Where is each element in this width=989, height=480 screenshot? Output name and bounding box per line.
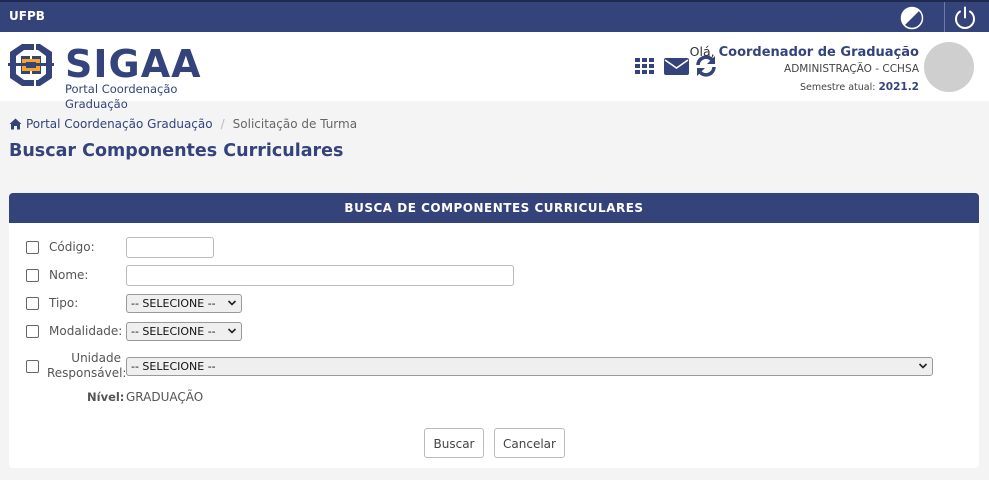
topbar-divider: [944, 2, 945, 34]
avatar[interactable]: [924, 42, 974, 92]
nome-label: Nome:: [49, 268, 89, 282]
logo-title: SIGAA: [65, 42, 202, 86]
breadcrumb-home-link[interactable]: Portal Coordenação Graduação: [26, 117, 213, 131]
grid-menu-icon[interactable]: [634, 54, 658, 78]
unidade-select[interactable]: -- SELECIONE --: [126, 357, 933, 376]
search-button[interactable]: Buscar: [424, 428, 484, 458]
row-tipo: Tipo: -- SELECIONE --: [9, 293, 979, 315]
chevron-down-icon: [227, 300, 237, 306]
sigaa-logo-icon[interactable]: [8, 40, 54, 90]
breadcrumb-divider: /: [220, 117, 225, 131]
codigo-label: Código:: [49, 240, 95, 254]
row-codigo: Código:: [9, 237, 979, 259]
unidade-checkbox[interactable]: [26, 360, 39, 373]
codigo-checkbox[interactable]: [26, 241, 39, 254]
cancel-button[interactable]: Cancelar: [494, 428, 565, 458]
nome-checkbox[interactable]: [26, 269, 39, 282]
header: SIGAA Portal Coordenação Graduação Olá, …: [0, 32, 989, 111]
modalidade-select[interactable]: -- SELECIONE --: [126, 322, 242, 341]
tipo-select[interactable]: -- SELECIONE --: [126, 294, 242, 313]
user-department: ADMINISTRAÇÃO - CCHSA: [784, 63, 919, 75]
tipo-label: Tipo:: [49, 296, 79, 310]
top-bar: UFPB: [0, 0, 989, 34]
codigo-input[interactable]: [126, 237, 214, 258]
home-icon[interactable]: [9, 118, 22, 130]
breadcrumb: Portal Coordenação Graduação / Solicitaç…: [9, 117, 357, 131]
chevron-down-icon: [227, 328, 237, 334]
user-info: Olá, Coordenador de Graduação ADMINISTRA…: [659, 44, 919, 93]
chevron-down-icon: [918, 363, 928, 369]
contrast-icon[interactable]: [900, 6, 924, 30]
greeting: Olá, Coordenador de Graduação: [689, 44, 919, 60]
modalidade-checkbox[interactable]: [26, 325, 39, 338]
unidade-label: Unidade Responsável:: [47, 351, 127, 380]
panel-title: BUSCA DE COMPONENTES CURRICULARES: [9, 193, 979, 223]
user-name[interactable]: Coordenador de Graduação: [719, 45, 919, 60]
page-title: Buscar Componentes Curriculares: [9, 141, 344, 161]
nivel-value: GRADUAÇÃO: [126, 390, 204, 404]
search-panel: BUSCA DE COMPONENTES CURRICULARES Código…: [9, 193, 979, 468]
breadcrumb-current: Solicitação de Turma: [232, 117, 358, 131]
modalidade-label: Modalidade:: [49, 324, 123, 338]
row-modalidade: Modalidade: -- SELECIONE --: [9, 321, 979, 343]
nome-input[interactable]: [126, 265, 514, 286]
power-icon[interactable]: [952, 5, 978, 31]
row-nome: Nome:: [9, 265, 979, 287]
nivel-label: Nível:: [87, 390, 125, 404]
current-semester: Semestre atual: 2021.2: [799, 81, 919, 93]
tipo-checkbox[interactable]: [26, 297, 39, 310]
row-unidade: Unidade Responsável: -- SELECIONE --: [9, 351, 979, 383]
institution-brand: UFPB: [9, 9, 45, 23]
portal-subtitle: Portal Coordenação Graduação: [65, 82, 178, 111]
